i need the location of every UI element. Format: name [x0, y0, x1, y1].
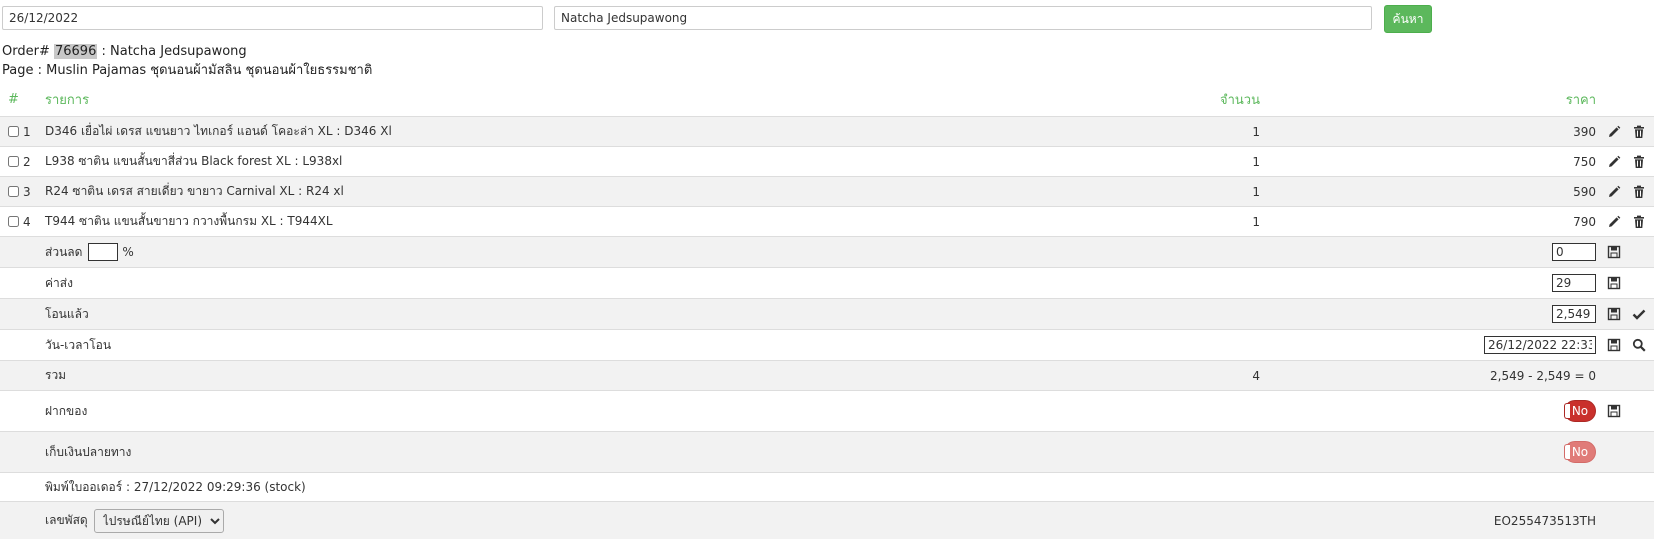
table-row: 4 T944 ซาติน แขนสั้นขายาว กวางพื้นกรม XL… [0, 206, 1654, 236]
row-qty: 1 [1252, 214, 1260, 229]
order-items-table: # รายการ จำนวน ราคา 1 D346 เยื่อไผ่ เดรส… [0, 82, 1654, 539]
header-qty: จำนวน [1220, 92, 1260, 108]
save-icon[interactable] [1605, 237, 1623, 267]
shipping-row: ค่าส่ง [0, 267, 1654, 298]
print-info: พิมพ์ใบออเดอร์ : 27/12/2022 09:29:36 (st… [45, 479, 306, 494]
transferred-label: โอนแล้ว [45, 306, 89, 321]
row-price: 590 [1573, 184, 1596, 199]
shipping-input[interactable] [1552, 274, 1596, 292]
save-icon[interactable] [1605, 299, 1623, 329]
search-button[interactable]: ค้นหา [1384, 5, 1432, 33]
row-price: 750 [1573, 154, 1596, 169]
order-title: Order# 76696 : Natcha Jedsupawong [2, 42, 372, 61]
carrier-select[interactable]: ไปรษณีย์ไทย (API) [93, 508, 224, 533]
discount-unit: % [122, 245, 134, 259]
order-page: Page : Muslin Pajamas ชุดนอนผ้ามัสลิน ชุ… [2, 63, 373, 78]
row-index: 2 [23, 154, 31, 169]
order-info: Order# 76696 : Natcha Jedsupawong Page :… [2, 42, 372, 80]
header-item: รายการ [45, 92, 90, 108]
edit-icon[interactable] [1605, 177, 1623, 206]
date-input[interactable] [2, 6, 543, 30]
discount-label: ส่วนลด [45, 244, 83, 259]
table-header: # รายการ จำนวน ราคา [0, 82, 1654, 116]
edit-icon[interactable] [1605, 207, 1623, 236]
row-checkbox[interactable] [8, 186, 19, 197]
discount-percent-input[interactable] [88, 243, 119, 261]
table-row: 3 R24 ซาติน เดรส สายเดี่ยว ขายาว Carniva… [0, 176, 1654, 206]
check-icon[interactable] [1630, 299, 1648, 329]
total-qty: 4 [1252, 368, 1260, 383]
tracking-row: เลขพัสดุ ไปรษณีย์ไทย (API) EO255473513TH [0, 501, 1654, 539]
row-price: 390 [1573, 124, 1596, 139]
trash-icon[interactable] [1630, 207, 1648, 236]
total-summary: 2,549 - 2,549 = 0 [1490, 368, 1596, 383]
order-number: 76696 [53, 44, 98, 59]
row-checkbox[interactable] [8, 216, 19, 227]
deposit-row: ฝากของ No [0, 390, 1654, 431]
print-info-row: พิมพ์ใบออเดอร์ : 27/12/2022 09:29:36 (st… [0, 472, 1654, 501]
discount-row: ส่วนลด % [0, 236, 1654, 267]
table-row: 2 L938 ซาติน แขนสั้นขาสี่ส่วน Black fore… [0, 146, 1654, 176]
transferred-row: โอนแล้ว [0, 298, 1654, 329]
save-icon[interactable] [1605, 268, 1623, 298]
table-row: 1 D346 เยื่อไผ่ เดรส แขนยาว ไทเกอร์ แอนด… [0, 116, 1654, 146]
tracking-label: เลขพัสดุ [45, 513, 88, 527]
header-index: # [8, 91, 19, 107]
transfer-time-row: วัน-เวลาโอน [0, 329, 1654, 360]
row-checkbox[interactable] [8, 126, 19, 137]
row-index: 1 [23, 124, 31, 139]
cod-row: เก็บเงินปลายทาง No [0, 431, 1654, 472]
save-icon[interactable] [1605, 391, 1623, 431]
discount-amount-input[interactable] [1552, 243, 1596, 261]
order-customer: : Natcha Jedsupawong [101, 44, 247, 59]
row-item: R24 ซาติน เดรส สายเดี่ยว ขายาว Carnival … [45, 184, 344, 198]
row-item: L938 ซาติน แขนสั้นขาสี่ส่วน Black forest… [45, 154, 343, 168]
row-price: 790 [1573, 214, 1596, 229]
cod-toggle[interactable]: No [1564, 441, 1596, 463]
edit-icon[interactable] [1605, 147, 1623, 176]
transfer-time-label: วัน-เวลาโอน [45, 337, 112, 352]
row-qty: 1 [1252, 184, 1260, 199]
row-item: T944 ซาติน แขนสั้นขายาว กวางพื้นกรม XL :… [45, 214, 333, 228]
row-checkbox[interactable] [8, 156, 19, 167]
row-index: 3 [23, 184, 31, 199]
shipping-label: ค่าส่ง [45, 275, 73, 290]
header-price: ราคา [1565, 92, 1596, 108]
transferred-input[interactable] [1552, 305, 1596, 323]
trash-icon[interactable] [1630, 147, 1648, 176]
row-qty: 1 [1252, 124, 1260, 139]
deposit-label: ฝากของ [45, 403, 88, 418]
save-icon[interactable] [1605, 330, 1623, 360]
trash-icon[interactable] [1630, 177, 1648, 206]
cod-label: เก็บเงินปลายทาง [45, 444, 132, 459]
row-index: 4 [23, 214, 31, 229]
total-label: รวม [45, 368, 67, 382]
trash-icon[interactable] [1630, 117, 1648, 146]
total-row: รวม 4 2,549 - 2,549 = 0 [0, 360, 1654, 390]
edit-icon[interactable] [1605, 117, 1623, 146]
row-qty: 1 [1252, 154, 1260, 169]
row-item: D346 เยื่อไผ่ เดรส แขนยาว ไทเกอร์ แอนด์ … [45, 124, 392, 138]
transfer-time-input[interactable] [1484, 336, 1596, 354]
search-icon[interactable] [1630, 330, 1648, 360]
search-bar: ค้นหา [0, 5, 1654, 33]
customer-name-input[interactable] [554, 6, 1372, 30]
deposit-toggle[interactable]: No [1564, 400, 1596, 422]
tracking-number: EO255473513TH [1493, 513, 1596, 528]
order-prefix: Order# [2, 44, 50, 59]
